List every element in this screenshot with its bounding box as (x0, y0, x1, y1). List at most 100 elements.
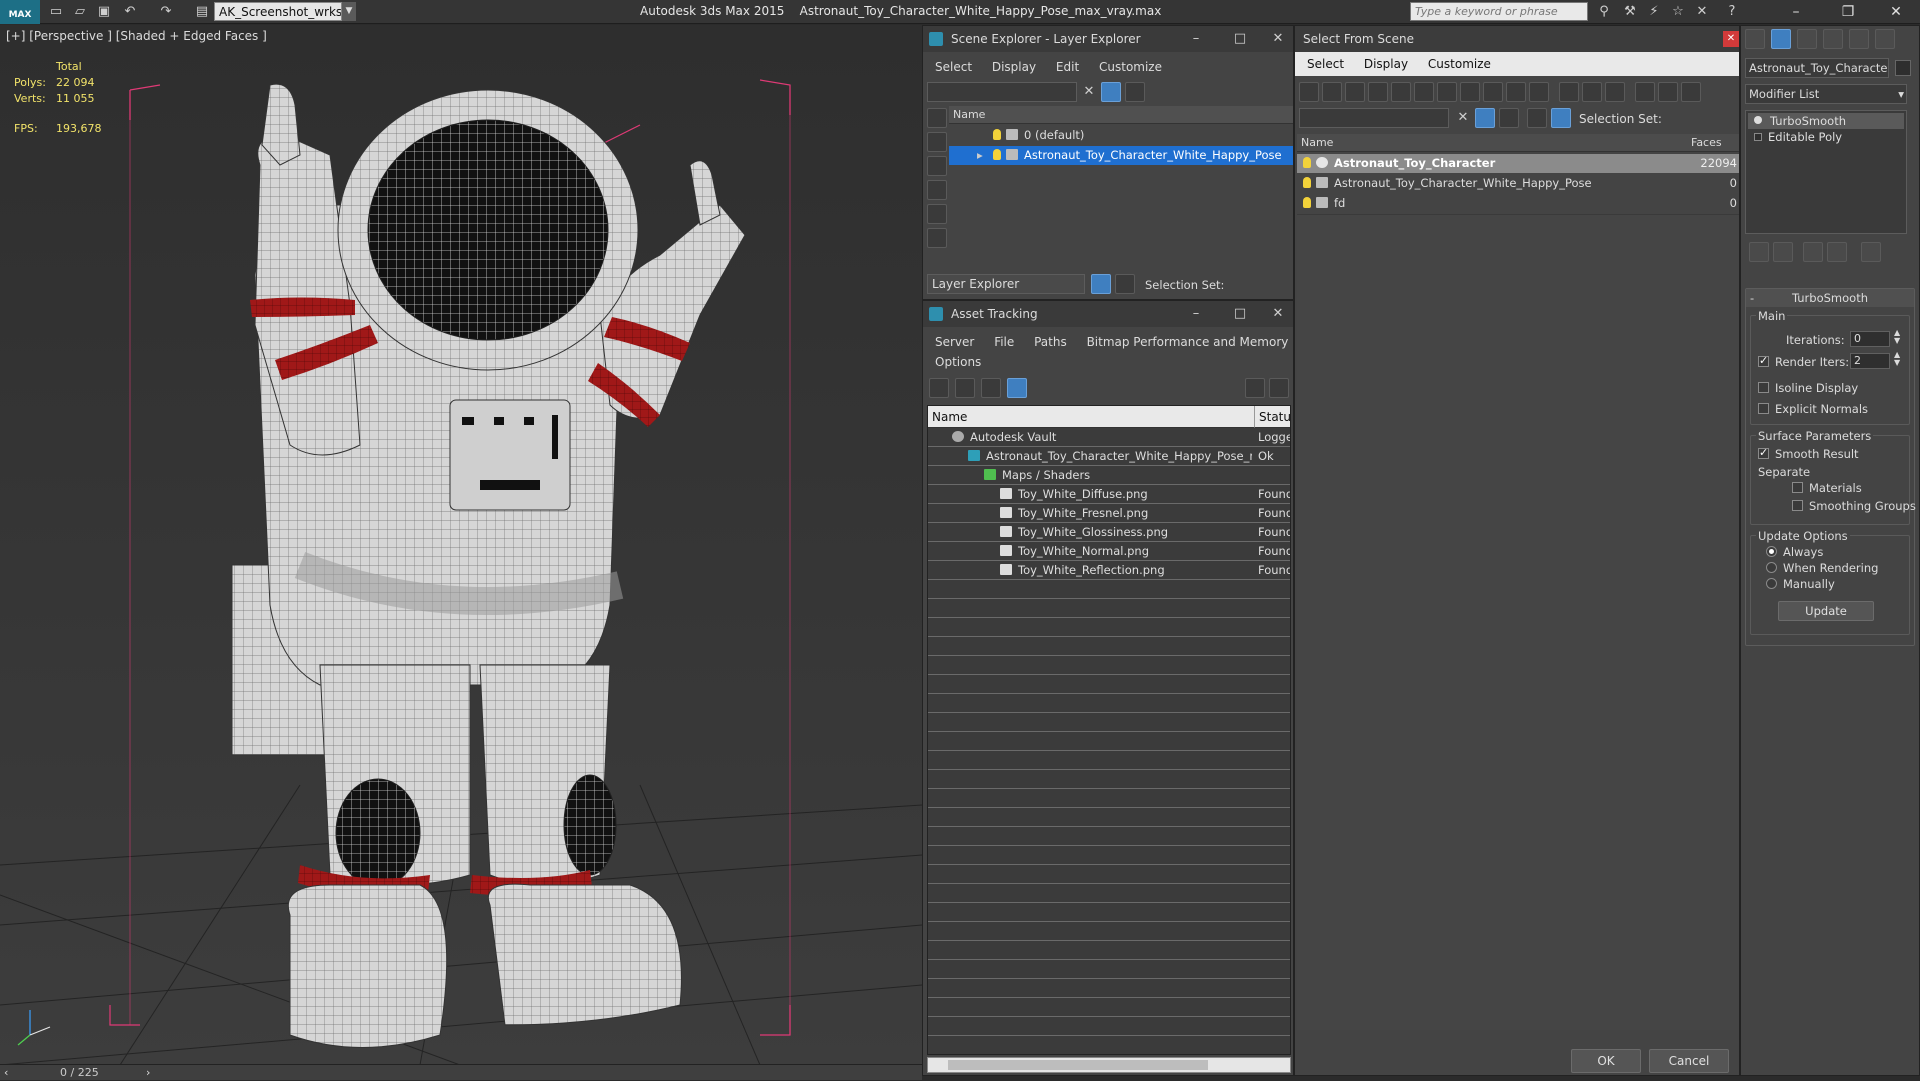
display-xrefs-icon[interactable] (1460, 82, 1480, 102)
chevron-down-icon[interactable]: ▼ (342, 2, 356, 21)
maximize-button[interactable]: ❐ (1830, 0, 1866, 24)
prev-frame-icon[interactable]: ‹ (4, 1065, 8, 1081)
menu-select[interactable]: Select (935, 56, 972, 78)
scene-explorer-close[interactable]: ✕ (1261, 26, 1295, 52)
object-name-field[interactable]: Astronaut_Toy_Character (1745, 58, 1889, 78)
display-helpers-icon[interactable] (1391, 82, 1411, 102)
asset-row[interactable]: Autodesk Vault (952, 428, 1252, 447)
filter-icon[interactable] (1635, 82, 1655, 102)
time-slider[interactable]: ‹ 0 / 225 › (0, 1064, 922, 1080)
asset-row[interactable]: Toy_White_Reflection.png (1000, 561, 1252, 580)
display-groups-icon[interactable] (1437, 82, 1457, 102)
help-icon[interactable] (1245, 378, 1265, 398)
display-containers-icon[interactable] (1506, 82, 1526, 102)
ok-button[interactable]: OK (1571, 1049, 1641, 1073)
help-icon[interactable]: ? (1724, 4, 1740, 20)
object-row[interactable]: fd (1297, 194, 1739, 213)
display-helpers-icon[interactable] (927, 204, 947, 224)
select-invert-icon[interactable] (1605, 82, 1625, 102)
sfs-col-faces[interactable]: Faces (1687, 134, 1739, 152)
select-search-input[interactable] (1299, 108, 1449, 128)
close-button[interactable]: ✕ (1878, 0, 1914, 24)
next-frame-icon[interactable]: › (146, 1065, 150, 1081)
asset-row[interactable]: Toy_White_Diffuse.png (1000, 485, 1252, 504)
spinner-arrows-icon[interactable]: ▲ ▼ (1894, 351, 1900, 367)
always-radio[interactable] (1766, 546, 1777, 557)
object-color-swatch[interactable] (1895, 60, 1911, 76)
asset-row[interactable]: Toy_White_Fresnel.png (1000, 504, 1252, 523)
list-view-icon[interactable] (955, 378, 975, 398)
object-row[interactable]: Astronaut_Toy_Character_White_Happy_Pose (1297, 174, 1739, 193)
hierarchy-tab-icon[interactable] (1797, 29, 1817, 49)
menu-display[interactable]: Display (992, 56, 1036, 78)
materials-checkbox[interactable] (1792, 482, 1803, 493)
menu-select[interactable]: Select (1307, 52, 1344, 76)
refresh-icon[interactable] (929, 378, 949, 398)
show-end-result-icon[interactable] (1773, 242, 1793, 262)
layer-row[interactable]: 0 (default) (949, 126, 1293, 145)
expand-box-icon[interactable] (1754, 133, 1762, 141)
always-row[interactable]: Always (1766, 545, 1823, 559)
close-x-icon[interactable]: ✕ (1694, 4, 1710, 20)
open-file-icon[interactable]: ▱ (72, 4, 88, 20)
stack-item-turbosmooth[interactable]: TurboSmooth (1748, 113, 1904, 129)
smoothing-groups-row[interactable]: Smoothing Groups (1792, 499, 1916, 513)
clear-search-icon[interactable]: ✕ (1455, 110, 1471, 126)
subscription-icon[interactable]: ⚡ (1646, 4, 1662, 20)
create-tab-icon[interactable] (1745, 29, 1765, 49)
smoothing-groups-checkbox[interactable] (1792, 500, 1803, 511)
layers-toggle-icon[interactable] (1527, 108, 1547, 128)
display-frozen-icon[interactable] (1529, 82, 1549, 102)
save-icon[interactable]: ▣ (96, 4, 112, 20)
display-spacewarps-icon[interactable] (1414, 82, 1434, 102)
select-from-scene-header[interactable]: Select From Scene (1295, 26, 1739, 52)
collapse-icon[interactable]: - (1750, 289, 1754, 307)
project-folder-icon[interactable]: ▤ (194, 4, 210, 20)
menu-display[interactable]: Display (1364, 52, 1408, 76)
viewport-label[interactable]: [+] [Perspective ] [Shaded + Edged Faces… (6, 29, 267, 43)
asset-tracking-minimize[interactable]: – (1179, 301, 1213, 327)
spinner-arrows-icon[interactable]: ▲ ▼ (1894, 329, 1900, 345)
layer-explorer-icon[interactable] (1091, 274, 1111, 294)
select-all-icon[interactable] (1559, 82, 1579, 102)
when-rendering-row[interactable]: When Rendering (1766, 561, 1878, 575)
light-bulb-icon[interactable] (993, 149, 1001, 160)
isoline-checkbox[interactable] (1758, 382, 1769, 393)
asset-col-name[interactable]: Name (928, 406, 1254, 428)
asset-tracking-close[interactable]: ✕ (1261, 301, 1295, 327)
display-cameras-icon[interactable] (927, 180, 947, 200)
motion-tab-icon[interactable] (1823, 29, 1843, 49)
utilities-tab-icon[interactable] (1875, 29, 1895, 49)
binoculars-icon[interactable]: ⚲ (1596, 4, 1612, 20)
menu-server[interactable]: Server (935, 331, 974, 353)
explicit-normals-row[interactable]: Explicit Normals (1758, 402, 1868, 416)
columns-icon[interactable] (1681, 82, 1701, 102)
update-button[interactable]: Update (1778, 601, 1874, 621)
configure-sets-icon[interactable] (1861, 242, 1881, 262)
modifier-list-dropdown[interactable]: Modifier List ▾ (1745, 84, 1907, 104)
redo-icon[interactable]: ↷ (158, 4, 174, 20)
explorer-type-dropdown[interactable]: Layer Explorer (927, 274, 1085, 294)
menu-bitmap-performance[interactable]: Bitmap Performance and Memory (1087, 331, 1289, 353)
render-iters-row[interactable]: Render Iters: (1758, 354, 1849, 369)
tools-icon[interactable]: ⚒ (1622, 4, 1638, 20)
pin-stack-icon[interactable] (1749, 242, 1769, 262)
cancel-button[interactable]: Cancel (1649, 1049, 1729, 1073)
app-logo[interactable]: MAX (0, 0, 40, 24)
modifier-toggle-icon[interactable] (1754, 116, 1762, 124)
display-bones-icon[interactable] (1483, 82, 1503, 102)
modify-tab-icon[interactable] (1771, 29, 1791, 49)
table-view-icon[interactable] (1007, 378, 1027, 398)
star-icon[interactable]: ☆ (1670, 4, 1686, 20)
layer-options-icon[interactable] (1125, 82, 1145, 102)
menu-file[interactable]: File (994, 331, 1014, 353)
horizontal-scrollbar[interactable] (927, 1057, 1291, 1073)
astronaut-model[interactable] (0, 25, 922, 1065)
menu-edit[interactable]: Edit (1056, 56, 1079, 78)
display-lights-icon[interactable] (927, 156, 947, 176)
clear-search-icon[interactable]: ✕ (1081, 84, 1097, 100)
smooth-result-row[interactable]: Smooth Result (1758, 446, 1859, 461)
filter-icon[interactable] (1101, 82, 1121, 102)
layer-icon[interactable] (1499, 108, 1519, 128)
asset-row[interactable]: Maps / Shaders (984, 466, 1252, 485)
